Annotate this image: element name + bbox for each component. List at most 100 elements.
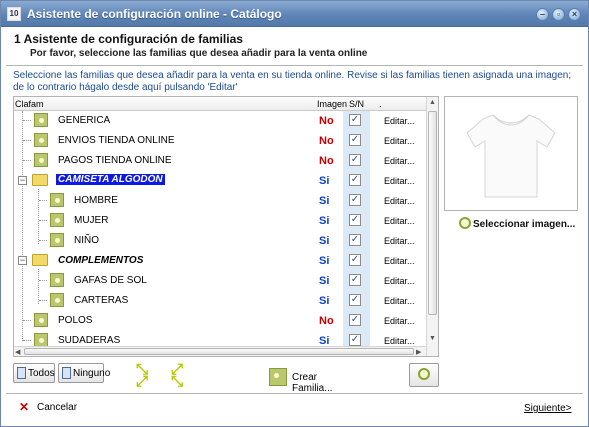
select-all-label: Todos bbox=[28, 368, 55, 379]
image-status: No bbox=[319, 115, 334, 127]
tree-row[interactable]: PAGOS TIENDA ONLINE No ✓ Editar... bbox=[14, 151, 426, 171]
edit-link[interactable]: Editar... bbox=[384, 116, 415, 126]
footer-divider bbox=[6, 393, 583, 394]
family-icon bbox=[34, 313, 48, 327]
family-checkbox[interactable]: ✓ bbox=[349, 274, 361, 286]
family-checkbox[interactable]: ✓ bbox=[349, 194, 361, 206]
tree-row[interactable]: − CAMISETA ALGODÓN Si ✓ Editar... bbox=[14, 171, 426, 191]
edit-link[interactable]: Editar... bbox=[384, 256, 415, 266]
edit-link[interactable]: Editar... bbox=[384, 336, 415, 346]
expand-all-icon[interactable]: ⤡ ⤢ bbox=[136, 362, 148, 389]
family-icon bbox=[34, 133, 48, 147]
family-checkbox[interactable]: ✓ bbox=[349, 174, 361, 186]
col-sn-header[interactable]: S/N bbox=[349, 99, 364, 109]
family-icon bbox=[50, 233, 64, 247]
vertical-scrollbar[interactable]: ▲ ▼ bbox=[426, 97, 438, 356]
col-image-header[interactable]: Imagen bbox=[317, 99, 347, 109]
image-status: No bbox=[319, 315, 334, 327]
next-button[interactable]: Siguiente> bbox=[524, 403, 572, 414]
family-icon bbox=[50, 193, 64, 207]
edit-link[interactable]: Editar... bbox=[384, 236, 415, 246]
image-status: No bbox=[319, 155, 334, 167]
magnifier-icon[interactable] bbox=[459, 217, 471, 229]
restore-icon[interactable]: ▫ bbox=[552, 8, 565, 21]
tree-row[interactable]: POLOS No ✓ Editar... bbox=[14, 311, 426, 331]
edit-link[interactable]: Editar... bbox=[384, 176, 415, 186]
tree-row[interactable]: GENERICA No ✓ Editar... bbox=[14, 111, 426, 131]
family-icon bbox=[34, 113, 48, 127]
family-name: MUJER bbox=[74, 215, 109, 226]
image-status: No bbox=[319, 135, 334, 147]
select-none-button[interactable]: Ninguno bbox=[58, 363, 110, 383]
tree-row[interactable]: NIÑO Si ✓ Editar... bbox=[14, 231, 426, 251]
horizontal-scrollbar[interactable]: ◀ ▶ bbox=[14, 346, 426, 356]
next-label: Siguiente> bbox=[524, 403, 572, 414]
horizontal-scroll-thumb[interactable] bbox=[24, 348, 414, 355]
scroll-right-icon[interactable]: ▶ bbox=[416, 348, 421, 356]
tree-row[interactable]: ENVIOS TIENDA ONLINE No ✓ Editar... bbox=[14, 131, 426, 151]
family-name: ENVIOS TIENDA ONLINE bbox=[58, 135, 175, 146]
image-status: Si bbox=[319, 215, 330, 227]
family-checkbox[interactable]: ✓ bbox=[349, 314, 361, 326]
family-checkbox[interactable]: ✓ bbox=[349, 134, 361, 146]
tree-row[interactable]: GAFAS DE SOL Si ✓ Editar... bbox=[14, 271, 426, 291]
family-name: CARTERAS bbox=[74, 295, 129, 306]
family-checkbox[interactable]: ✓ bbox=[349, 334, 361, 346]
collapse-toggle[interactable]: − bbox=[18, 176, 27, 185]
image-status: Si bbox=[319, 175, 330, 187]
wizard-header: 1 Asistente de configuración de familias… bbox=[2, 27, 587, 65]
tree-header: Clafam Imagen S/N . bbox=[14, 97, 438, 111]
scroll-left-icon[interactable]: ◀ bbox=[15, 348, 20, 356]
family-name: HOMBRE bbox=[74, 195, 118, 206]
edit-link[interactable]: Editar... bbox=[384, 196, 415, 206]
families-tree[interactable]: Clafam Imagen S/N . GENERICA No ✓ Editar… bbox=[13, 96, 439, 357]
edit-link[interactable]: Editar... bbox=[384, 316, 415, 326]
tree-row[interactable]: − COMPLEMENTOS Si ✓ Editar... bbox=[14, 251, 426, 271]
edit-link[interactable]: Editar... bbox=[384, 156, 415, 166]
cancel-icon: ✕ bbox=[19, 400, 30, 414]
tree-row[interactable]: MUJER Si ✓ Editar... bbox=[14, 211, 426, 231]
family-icon bbox=[50, 273, 64, 287]
tshirt-image bbox=[466, 114, 556, 198]
col-name-header[interactable]: Clafam bbox=[15, 99, 44, 109]
col-extra-header[interactable]: . bbox=[379, 99, 382, 109]
select-none-label: Ninguno bbox=[73, 368, 111, 379]
image-status: Si bbox=[319, 295, 330, 307]
collapse-toggle[interactable]: − bbox=[18, 256, 27, 265]
edit-link[interactable]: Editar... bbox=[384, 136, 415, 146]
tree-row[interactable]: CARTERAS Si ✓ Editar... bbox=[14, 291, 426, 311]
scroll-down-icon[interactable]: ▼ bbox=[429, 335, 436, 342]
family-checkbox[interactable]: ✓ bbox=[349, 214, 361, 226]
cancel-label: Cancelar bbox=[37, 402, 78, 413]
step-subtitle: Por favor, seleccione las familias que d… bbox=[30, 48, 368, 59]
minimize-icon[interactable]: – bbox=[536, 8, 549, 21]
scroll-up-icon[interactable]: ▲ bbox=[429, 99, 436, 106]
family-name: GAFAS DE SOL bbox=[74, 275, 147, 286]
edit-link[interactable]: Editar... bbox=[384, 276, 415, 286]
edit-link[interactable]: Editar... bbox=[384, 296, 415, 306]
family-name: POLOS bbox=[58, 315, 93, 326]
vertical-scroll-thumb[interactable] bbox=[428, 111, 437, 315]
tree-row[interactable]: HOMBRE Si ✓ Editar... bbox=[14, 191, 426, 211]
family-icon bbox=[50, 213, 64, 227]
wizard-window: 10 Asistente de configuración online - C… bbox=[0, 0, 589, 427]
family-checkbox[interactable]: ✓ bbox=[349, 294, 361, 306]
search-icon bbox=[418, 368, 430, 380]
family-checkbox[interactable]: ✓ bbox=[349, 114, 361, 126]
family-checkbox[interactable]: ✓ bbox=[349, 254, 361, 266]
family-name: NIÑO bbox=[74, 235, 99, 246]
family-name: GENERICA bbox=[58, 115, 111, 126]
edit-link[interactable]: Editar... bbox=[384, 216, 415, 226]
select-image-link[interactable]: Seleccionar imagen... bbox=[473, 219, 575, 230]
collapse-all-icon[interactable]: ⤢ ⤡ bbox=[171, 362, 183, 389]
title-bar[interactable]: 10 Asistente de configuración online - C… bbox=[1, 1, 588, 27]
close-icon[interactable]: × bbox=[568, 8, 581, 21]
select-all-icon bbox=[17, 367, 26, 379]
create-family-button[interactable]: Crear Familia... bbox=[269, 365, 359, 394]
select-all-button[interactable]: Todos bbox=[13, 363, 55, 383]
search-button[interactable] bbox=[409, 363, 439, 387]
family-checkbox[interactable]: ✓ bbox=[349, 234, 361, 246]
image-status: Si bbox=[319, 195, 330, 207]
image-status: Si bbox=[319, 255, 330, 267]
family-checkbox[interactable]: ✓ bbox=[349, 154, 361, 166]
